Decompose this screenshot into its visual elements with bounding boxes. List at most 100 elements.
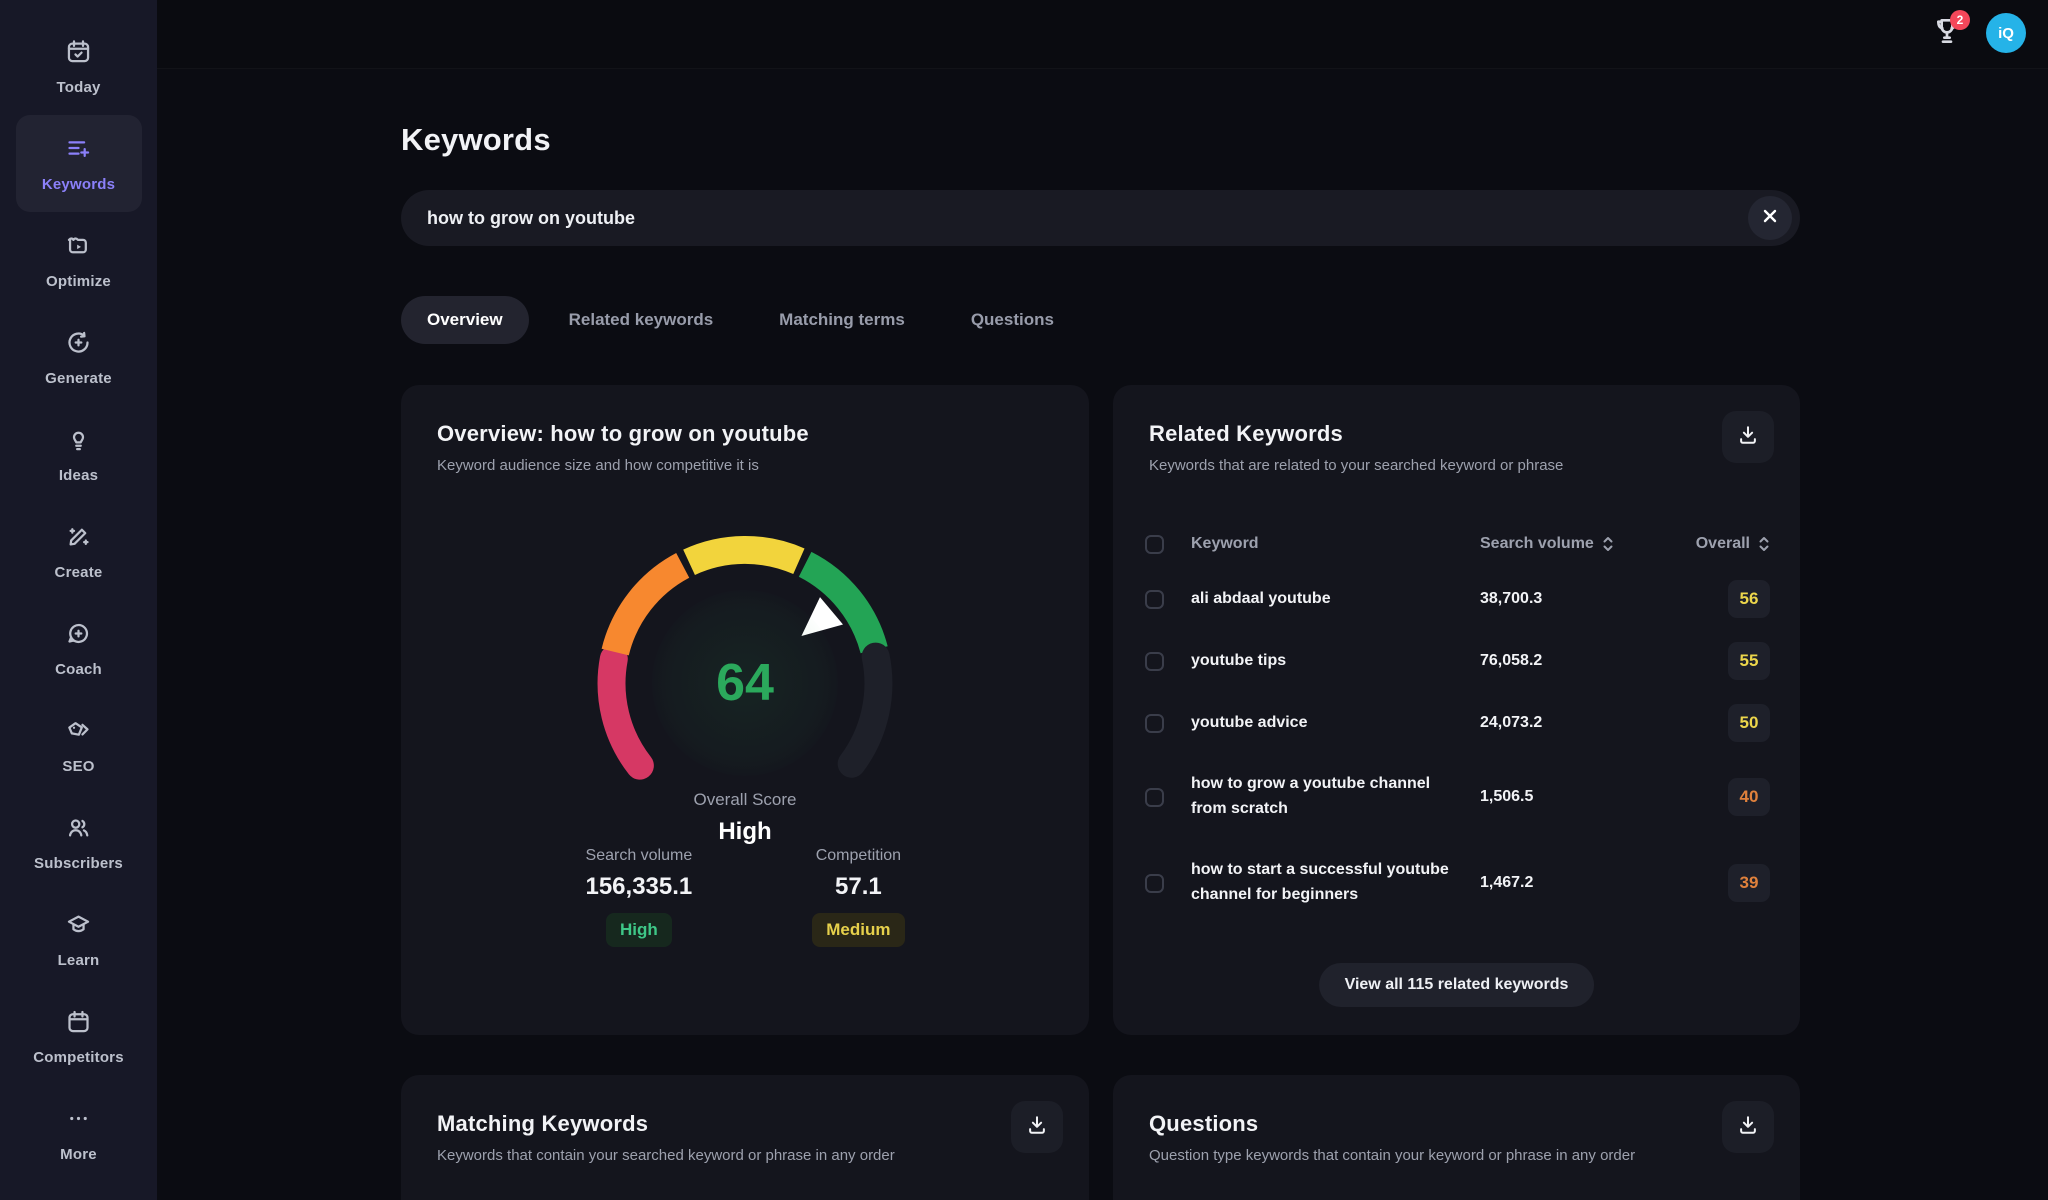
row-checkbox[interactable] [1145,590,1164,609]
sidebar-item-create[interactable]: Create [16,503,142,600]
graduation-cap-icon [65,911,92,943]
status-badge: Medium [812,913,904,947]
overall-score-badge: 40 [1728,778,1770,816]
ellipsis-icon [65,1105,92,1137]
sidebar-item-label: Subscribers [34,855,123,872]
sidebar-item-label: Competitors [33,1049,124,1066]
overview-card: Overview: how to grow on youtube Keyword… [401,385,1089,1035]
select-all-checkbox[interactable] [1145,535,1164,554]
questions-card-subtitle: Question type keywords that contain your… [1149,1147,1764,1164]
tab-related-keywords[interactable]: Related keywords [543,296,740,344]
related-card-title: Related Keywords [1149,421,1764,447]
matching-card-subtitle: Keywords that contain your searched keyw… [437,1147,1053,1164]
table-row[interactable]: how to grow a youtube channel from scrat… [1145,754,1770,840]
search-volume-cell: 1,506.5 [1480,788,1680,806]
stat-value: 156,335.1 [585,873,692,901]
keyword-cell: how to start a successful youtube channe… [1191,858,1480,908]
export-matching-keywords-button[interactable] [1011,1101,1063,1153]
search-volume-cell: 38,700.3 [1480,590,1680,608]
keyword-cell: ali abdaal youtube [1191,587,1480,612]
table-header-row: Keyword Search volume Overall [1145,520,1770,568]
table-row[interactable]: youtube advice 24,073.2 50 [1145,692,1770,754]
row-checkbox[interactable] [1145,714,1164,733]
overall-score-badge: 50 [1728,704,1770,742]
refresh-plus-icon [65,329,92,361]
view-all-related-keywords-button[interactable]: View all 115 related keywords [1319,963,1595,1007]
competition-stat: Competition 57.1 Medium [812,847,904,947]
search-volume-stat: Search volume 156,335.1 High [585,847,692,947]
matching-keywords-card: Matching Keywords Keywords that contain … [401,1075,1089,1200]
keyword-search-input[interactable] [401,208,1800,229]
sort-icon [1602,536,1614,552]
row-checkbox[interactable] [1145,788,1164,807]
download-icon [1737,1114,1759,1141]
notification-badge: 2 [1950,10,1970,30]
related-keywords-table: Keyword Search volume Overall ali abdaal… [1145,520,1770,926]
tab-bar: Overview Related keywords Matching terms… [401,296,1080,344]
questions-card: Questions Question type keywords that co… [1113,1075,1800,1200]
sidebar-item-optimize[interactable]: Optimize [16,212,142,309]
column-header-search-volume[interactable]: Search volume [1480,535,1680,553]
sidebar-item-label: Generate [45,370,112,387]
status-badge: High [606,913,672,947]
tab-matching-terms[interactable]: Matching terms [753,296,931,344]
close-icon [1762,208,1778,229]
sidebar-item-more[interactable]: More [16,1085,142,1182]
overall-score-gauge: 64 Overall Score High [535,533,955,846]
topbar: 2 iQ [157,0,2048,69]
download-icon [1026,1114,1048,1141]
matching-card-title: Matching Keywords [437,1111,1053,1137]
sidebar-item-label: More [60,1146,97,1163]
stat-value: 57.1 [812,873,904,901]
overview-card-title: Overview: how to grow on youtube [437,421,1053,447]
table-row[interactable]: youtube tips 76,058.2 55 [1145,630,1770,692]
row-checkbox[interactable] [1145,652,1164,671]
sidebar-item-label: Keywords [42,176,115,193]
sidebar-item-subscribers[interactable]: Subscribers [16,794,142,891]
sidebar: Today Keywords Optimize Generate Ideas C… [0,0,157,1200]
video-box-icon [65,232,92,264]
sidebar-item-label: Learn [58,952,100,969]
overall-score-number: 64 [716,653,774,713]
export-questions-button[interactable] [1722,1101,1774,1153]
tab-overview[interactable]: Overview [401,296,529,344]
overall-score-badge: 39 [1728,864,1770,902]
sidebar-item-ideas[interactable]: Ideas [16,406,142,503]
people-icon [65,814,92,846]
sidebar-item-generate[interactable]: Generate [16,309,142,406]
keyword-cell: how to grow a youtube channel from scrat… [1191,772,1480,822]
sidebar-item-seo[interactable]: SEO [16,697,142,794]
lightbulb-icon [65,426,92,458]
table-row[interactable]: ali abdaal youtube 38,700.3 56 [1145,568,1770,630]
related-keywords-card: Related Keywords Keywords that are relat… [1113,385,1800,1035]
clear-search-button[interactable] [1748,196,1792,240]
row-checkbox[interactable] [1145,874,1164,893]
tab-questions[interactable]: Questions [945,296,1080,344]
sidebar-item-label: Optimize [46,273,111,290]
search-volume-cell: 76,058.2 [1480,652,1680,670]
search-volume-cell: 24,073.2 [1480,714,1680,732]
sidebar-item-today[interactable]: Today [16,18,142,115]
stat-label: Search volume [585,847,692,865]
sidebar-item-keywords[interactable]: Keywords [16,115,142,212]
sidebar-item-learn[interactable]: Learn [16,891,142,988]
pencil-sparkle-icon [65,523,92,555]
account-avatar[interactable]: iQ [1986,13,2026,53]
column-header-overall[interactable]: Overall [1680,535,1770,553]
keyword-list-icon [65,135,92,167]
sidebar-item-coach[interactable]: Coach [16,600,142,697]
achievements-button[interactable]: 2 [1926,12,1968,54]
sidebar-item-label: Today [56,79,100,96]
chat-plus-icon [65,620,92,652]
export-related-keywords-button[interactable] [1722,411,1774,463]
sidebar-item-label: Create [55,564,103,581]
keyword-cell: youtube tips [1191,649,1480,674]
sidebar-item-competitors[interactable]: Competitors [16,988,142,1085]
table-row[interactable]: how to start a successful youtube channe… [1145,840,1770,926]
tags-icon [65,717,92,749]
overall-score-label: Overall Score [535,790,955,810]
overall-score-badge: 55 [1728,642,1770,680]
search-volume-cell: 1,467.2 [1480,874,1680,892]
download-icon [1737,424,1759,451]
column-header-keyword: Keyword [1191,535,1480,553]
